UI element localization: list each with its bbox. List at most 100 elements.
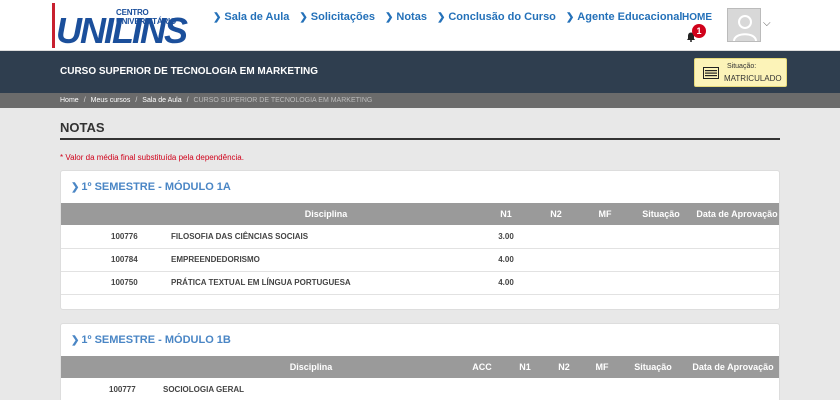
user-icon <box>733 15 757 41</box>
semester-header-1b[interactable]: ❯ 1º SEMESTRE - MÓDULO 1B <box>71 334 231 346</box>
nav-solicitacoes[interactable]: ❯ Solicitações <box>299 11 375 23</box>
title-divider <box>60 138 780 140</box>
grade-n1: 3.00 <box>498 231 514 241</box>
column-header: Disciplina <box>304 209 348 219</box>
column-header: MF <box>595 362 609 372</box>
nav-label: Conclusão do Curso <box>448 11 556 23</box>
chevron-down-icon: ❯ <box>71 182 80 193</box>
table-row: 100784 EMPREENDEDORISMO 4.00 <box>61 248 779 271</box>
course-name: EMPREENDEDORISMO <box>171 255 260 264</box>
breadcrumb: Home / Meus cursos / Sala de Aula / CURS… <box>0 93 840 108</box>
column-header: N1 <box>519 362 531 372</box>
approval-date <box>693 271 779 294</box>
semester-title: 1º SEMESTRE - MÓDULO 1B <box>81 334 231 346</box>
column-header: N2 <box>550 209 562 219</box>
table-row: 100776 FILOSOFIA DAS CIÊNCIAS SOCIAIS 3.… <box>61 225 779 248</box>
status-badge: Situação: MATRICULADO <box>694 58 787 87</box>
grade-n2 <box>531 225 581 248</box>
column-header: Data de Aprovação <box>692 362 774 372</box>
id-card-icon <box>703 67 719 79</box>
grade-note: * Valor da média final substituída pela … <box>60 153 244 162</box>
grade-n1: 4.00 <box>498 278 514 287</box>
breadcrumb-meus-cursos[interactable]: Meus cursos <box>91 97 131 104</box>
course-banner: CURSO SUPERIOR DE TECNOLOGIA EM MARKETIN… <box>0 51 840 93</box>
situacao <box>621 378 685 400</box>
table-row: 100777 SOCIOLOGIA GERAL <box>61 378 779 400</box>
course-code: 100784 <box>111 255 138 264</box>
course-code: 100777 <box>109 384 136 394</box>
logo-accent-bar <box>52 3 55 48</box>
nav-agente-educacional[interactable]: ❯ Agente Educacional <box>566 11 683 23</box>
chevron-right-icon: ❯ <box>385 12 394 23</box>
breadcrumb-separator: / <box>83 97 86 104</box>
semester-panel-1a: ❯ 1º SEMESTRE - MÓDULO 1A Disciplina N1 N… <box>60 170 780 310</box>
column-header: Disciplina <box>289 362 333 372</box>
nav-conclusao[interactable]: ❯ Conclusão do Curso <box>437 11 556 23</box>
nav-label: Agente Educacional <box>577 11 683 23</box>
semester-panel-1b: ❯ 1º SEMESTRE - MÓDULO 1B Disciplina ACC … <box>60 323 780 400</box>
grades-table-1b: Disciplina ACC N1 N2 MF Situação Data de… <box>61 356 779 400</box>
main-nav: ❯ Sala de Aula ❯ Solicitações ❯ Notas ❯ Conc… <box>213 11 682 23</box>
logo[interactable]: CENTRO UNIVERSITÁRIO UNILINS <box>52 3 206 51</box>
table-header-row: Disciplina N1 N2 MF Situação Data de Apr… <box>61 203 779 225</box>
course-code: 100776 <box>111 231 138 241</box>
grade-mf <box>581 225 629 248</box>
nav-sala-de-aula[interactable]: ❯ Sala de Aula <box>213 11 289 23</box>
grade-n1 <box>505 378 545 400</box>
column-header: Situação <box>634 362 672 372</box>
nav-notas[interactable]: ❯ Notas <box>385 11 427 23</box>
approval-date <box>685 378 779 400</box>
situacao <box>629 248 693 271</box>
column-header: Data de Aprovação <box>696 209 778 219</box>
nav-label: Notas <box>396 11 427 23</box>
course-code: 100750 <box>111 278 138 287</box>
grade-n1: 4.00 <box>498 255 514 264</box>
grade-n2 <box>531 271 581 294</box>
breadcrumb-sala-de-aula[interactable]: Sala de Aula <box>142 97 181 104</box>
semester-header-1a[interactable]: ❯ 1º SEMESTRE - MÓDULO 1A <box>71 181 231 193</box>
column-header: ACC <box>472 362 492 372</box>
top-header: CENTRO UNIVERSITÁRIO UNILINS ❯ Sala de Au… <box>0 0 840 51</box>
grade-acc <box>459 378 505 400</box>
course-title: CURSO SUPERIOR DE TECNOLOGIA EM MARKETIN… <box>60 66 318 77</box>
avatar[interactable] <box>727 8 761 42</box>
course-name: SOCIOLOGIA GERAL <box>163 384 245 394</box>
chevron-right-icon: ❯ <box>436 12 446 23</box>
grade-mf <box>581 248 629 271</box>
column-header: N2 <box>558 362 570 372</box>
chevron-right-icon: ❯ <box>299 12 308 23</box>
chevron-right-icon: ❯ <box>213 12 222 23</box>
status-value: MATRICULADO <box>724 74 782 83</box>
situacao <box>629 271 693 294</box>
status-label: Situação: <box>727 63 757 70</box>
nav-label: Sala de Aula <box>224 11 290 23</box>
breadcrumb-separator: / <box>135 97 138 104</box>
chevron-down-icon: ❯ <box>71 335 80 346</box>
home-link[interactable]: HOME <box>682 12 712 23</box>
page-title: NOTAS <box>60 120 105 135</box>
approval-date <box>693 225 779 248</box>
grades-table-1a: Disciplina N1 N2 MF Situação Data de Apr… <box>61 203 779 295</box>
situacao <box>629 225 693 248</box>
semester-title: 1º SEMESTRE - MÓDULO 1A <box>81 181 231 193</box>
chevron-right-icon: ❯ <box>565 12 575 23</box>
column-header: N1 <box>500 209 512 219</box>
breadcrumb-current: CURSO SUPERIOR DE TECNOLOGIA EM MARKETIN… <box>193 97 373 104</box>
grade-mf <box>583 378 621 400</box>
course-name: FILOSOFIA DAS CIÊNCIAS SOCIAIS <box>171 231 309 241</box>
logo-name: UNILINS <box>56 10 188 51</box>
breadcrumb-home[interactable]: Home <box>60 97 79 104</box>
grade-n2 <box>545 378 583 400</box>
notification-badge: 1 <box>692 24 706 38</box>
nav-label: Solicitações <box>310 11 375 23</box>
grade-mf <box>581 271 629 294</box>
breadcrumb-separator: / <box>186 97 189 104</box>
table-header-row: Disciplina ACC N1 N2 MF Situação Data de… <box>61 356 779 378</box>
column-header: Situação <box>642 209 680 219</box>
course-name: PRÁTICA TEXTUAL EM LÍNGUA PORTUGUESA <box>171 278 351 287</box>
grade-n2 <box>531 248 581 271</box>
approval-date <box>693 248 779 271</box>
table-row: 100750 PRÁTICA TEXTUAL EM LÍNGUA PORTUGU… <box>61 271 779 294</box>
chevron-down-icon[interactable]: ⌵ <box>763 18 771 29</box>
column-header: MF <box>598 209 612 219</box>
